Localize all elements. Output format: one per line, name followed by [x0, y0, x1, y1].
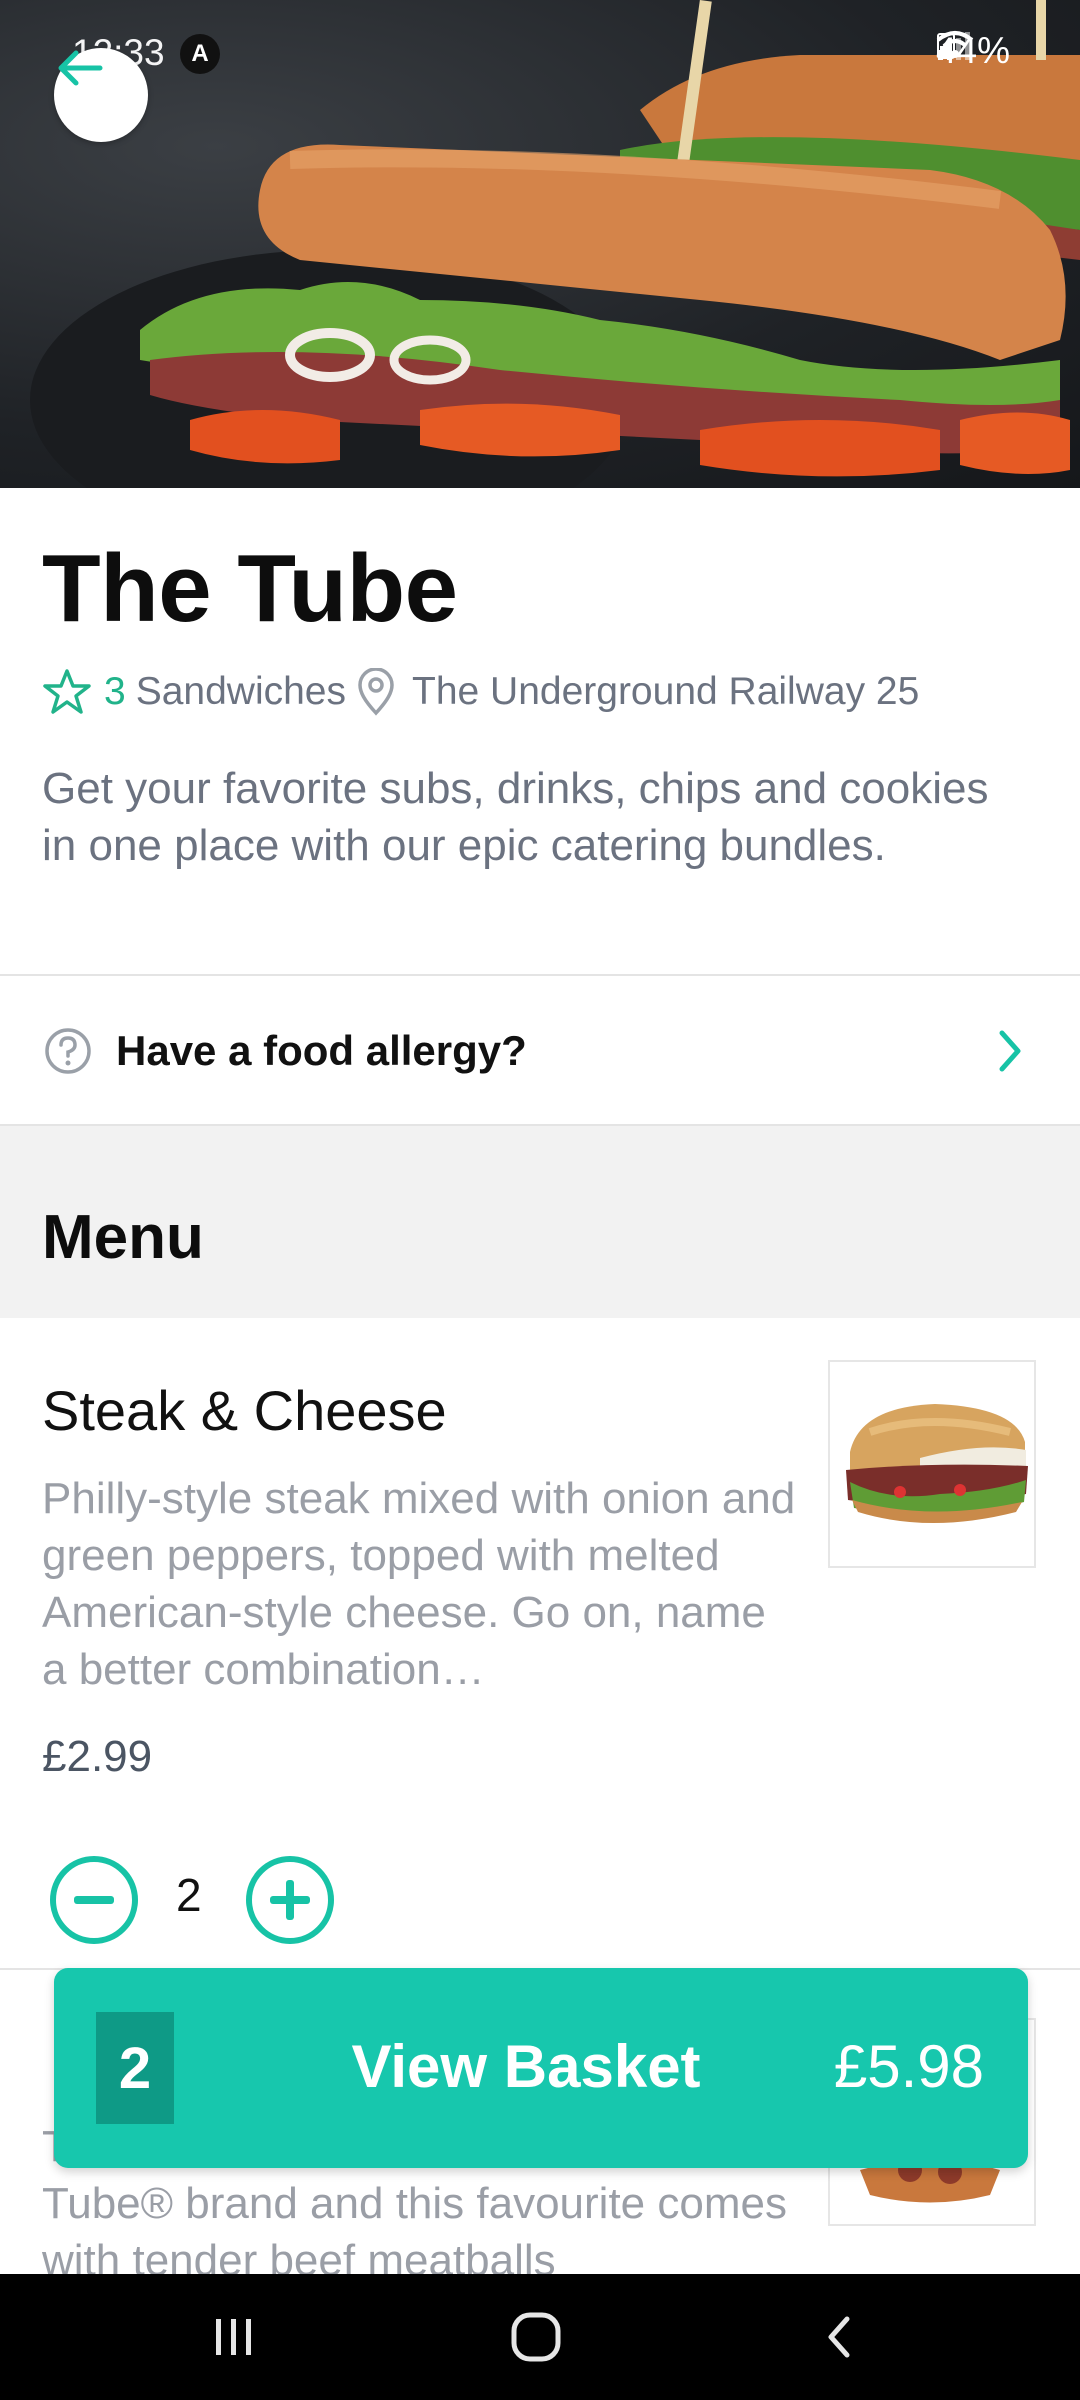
- app-notification-icon: A: [180, 34, 220, 74]
- status-icons: 44%: [936, 30, 1010, 72]
- menu-section-header: Menu: [0, 1126, 1080, 1318]
- recent-apps-button[interactable]: [154, 2274, 314, 2400]
- food-allergy-row[interactable]: Have a food allergy?: [0, 976, 1080, 1126]
- menu-title: Menu: [42, 1203, 204, 1272]
- back-nav-button[interactable]: [758, 2274, 918, 2400]
- menu-item-description: Philly-style steak mixed with onion and …: [42, 1474, 796, 1694]
- restaurant-address: The Underground Railway 25: [412, 670, 920, 713]
- food-allergy-label: Have a food allergy?: [116, 1027, 527, 1074]
- quantity-value: 2: [176, 1869, 202, 1921]
- plus-icon: [270, 1880, 310, 1920]
- quantity-stepper: 2: [0, 1838, 1080, 1968]
- home-button[interactable]: [456, 2274, 616, 2400]
- item-count: 3: [104, 670, 126, 713]
- arrow-left-icon: [58, 50, 103, 86]
- status-bar: 12:33 A 44%: [0, 0, 1080, 110]
- increase-quantity-button[interactable]: [246, 1856, 334, 1944]
- sandwich-thumbnail: [846, 1404, 1028, 1523]
- restaurant-meta: 3 Sandwiches The Underground Railway 25: [42, 668, 919, 716]
- battery-icon: [936, 33, 955, 59]
- menu-item-name: Steak & Cheese: [42, 1379, 447, 1442]
- chevron-right-icon: [999, 1030, 1021, 1072]
- menu-item-price: £2.99: [42, 1732, 153, 1781]
- help-circle-icon: [45, 1028, 91, 1074]
- star-icon: [43, 669, 91, 714]
- decrease-quantity-button[interactable]: [50, 1856, 138, 1944]
- location-pin-icon: [358, 668, 394, 716]
- back-chevron-icon: [828, 2316, 850, 2358]
- minus-icon: [74, 1896, 114, 1904]
- restaurant-category: Sandwiches: [135, 670, 346, 713]
- basket-total: £5.98: [833, 2033, 984, 2100]
- menu-item-image: [828, 1360, 1036, 1568]
- hero-image: 12:33 A 44%: [0, 0, 1080, 488]
- back-button[interactable]: [54, 48, 148, 142]
- restaurant-description: Get your favorite subs, drinks, chips an…: [42, 764, 989, 870]
- system-navigation-bar: [0, 2274, 1080, 2400]
- view-basket-button[interactable]: 2 View Basket £5.98: [54, 1968, 1028, 2168]
- home-icon: [511, 2312, 561, 2362]
- restaurant-name: The Tube: [42, 535, 458, 642]
- recent-apps-icon: [216, 2319, 251, 2355]
